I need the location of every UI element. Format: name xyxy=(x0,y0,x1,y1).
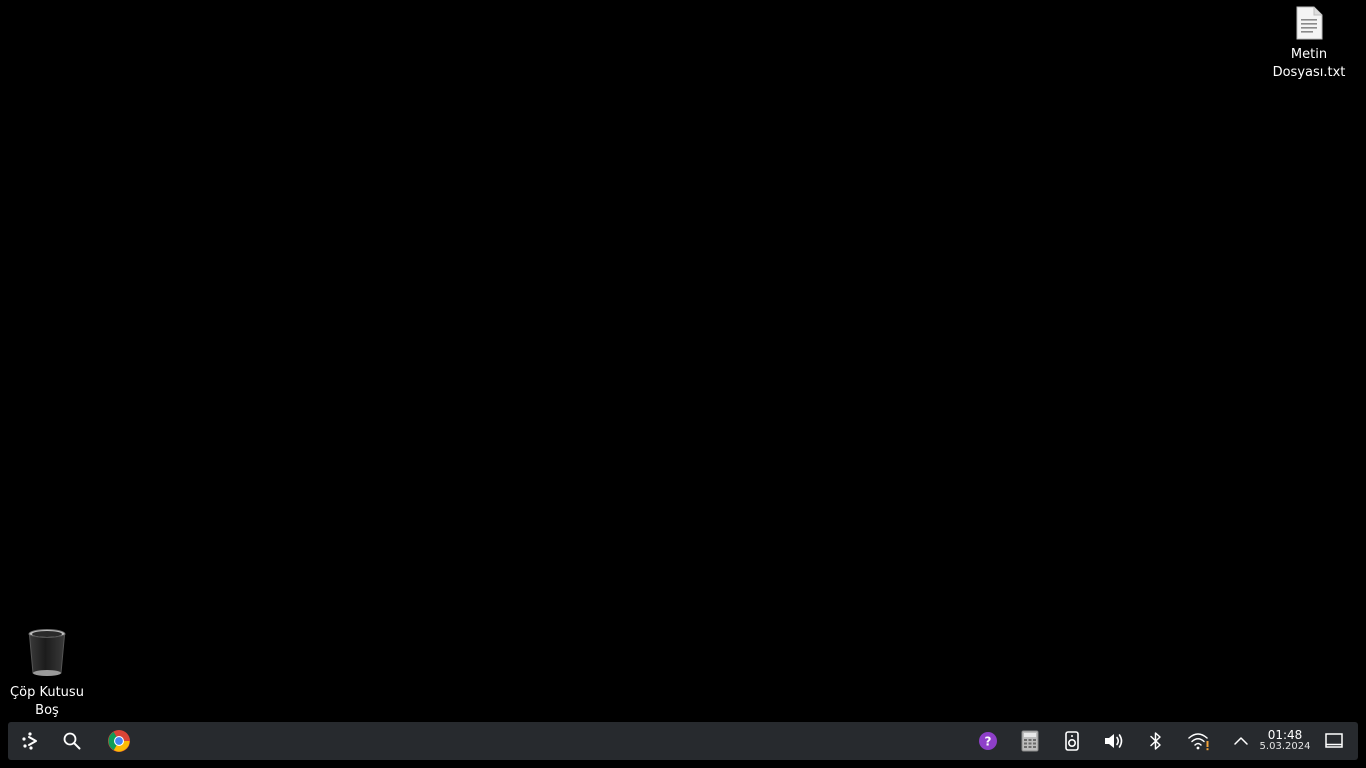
speaker-device-icon xyxy=(1064,731,1080,751)
chrome-icon xyxy=(107,729,131,753)
volume-icon xyxy=(1103,731,1125,751)
desktop[interactable]: Metin Dosyası.txt Çöp Kutusu Boş ? 01:48… xyxy=(0,0,1366,768)
help-icon: ? xyxy=(978,731,998,751)
trash-bin-icon xyxy=(26,628,68,682)
search-icon xyxy=(62,731,82,751)
clock-date: 5.03.2024 xyxy=(1259,741,1311,752)
clock-time: 01:48 xyxy=(1267,728,1303,742)
chevron-up-icon xyxy=(1233,735,1249,747)
desktop-icon-trash[interactable]: Çöp Kutusu Boş xyxy=(5,628,89,720)
calculator-icon xyxy=(1021,730,1039,752)
launcher-icon xyxy=(20,731,40,751)
text-file-icon xyxy=(1294,6,1324,44)
desktop-icon-label: Çöp Kutusu Boş xyxy=(10,685,84,718)
taskbar: ? 01:48 5.03.2024 xyxy=(8,722,1358,760)
media-device-tray-button[interactable] xyxy=(1052,722,1092,760)
volume-tray-button[interactable] xyxy=(1094,722,1134,760)
app-launcher-button[interactable] xyxy=(10,722,50,760)
network-tray-button[interactable] xyxy=(1179,722,1219,760)
bluetooth-icon xyxy=(1149,731,1163,751)
calculator-tray-button[interactable] xyxy=(1010,722,1050,760)
desktop-icon-text-file[interactable]: Metin Dosyası.txt xyxy=(1267,6,1351,82)
help-tray-button[interactable]: ? xyxy=(968,722,1008,760)
show-hidden-icons-button[interactable] xyxy=(1221,722,1261,760)
bluetooth-tray-button[interactable] xyxy=(1136,722,1176,760)
chrome-taskbar-button[interactable] xyxy=(99,722,139,760)
desktop-icon-label: Metin Dosyası.txt xyxy=(1272,47,1346,80)
wifi-warning-icon xyxy=(1187,731,1211,751)
svg-text:?: ? xyxy=(985,735,992,749)
taskbar-clock[interactable]: 01:48 5.03.2024 xyxy=(1256,722,1314,760)
show-desktop-button[interactable] xyxy=(1314,722,1354,760)
show-desktop-icon xyxy=(1324,732,1344,750)
search-button[interactable] xyxy=(52,722,92,760)
